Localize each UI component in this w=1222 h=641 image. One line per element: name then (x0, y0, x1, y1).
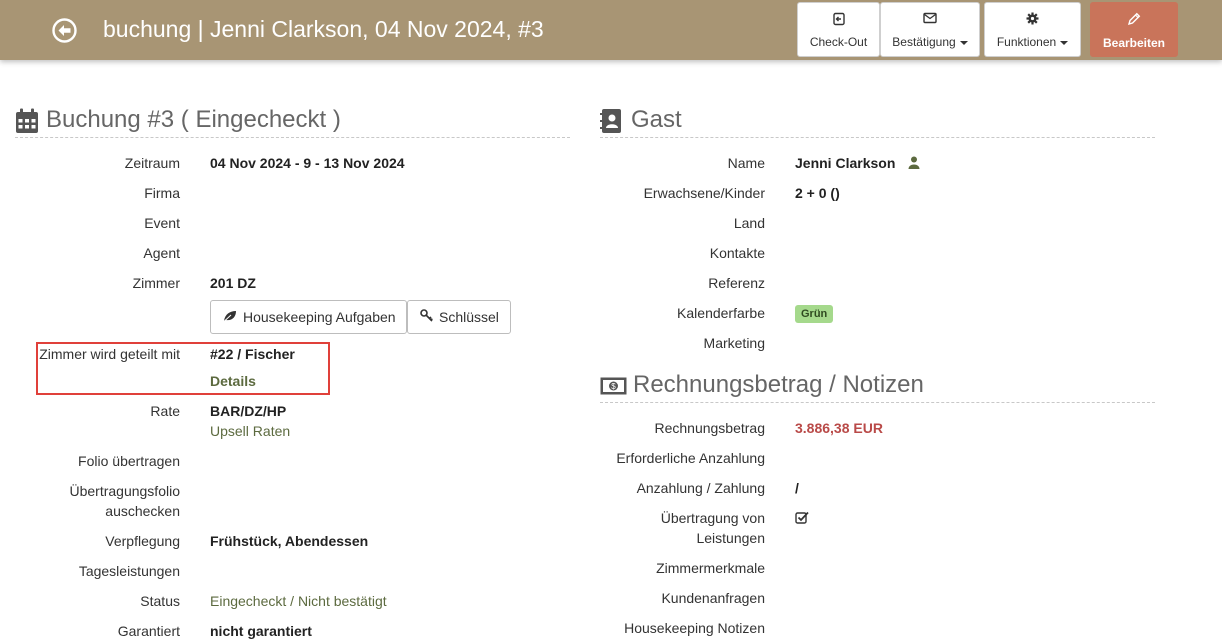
label-event: Event (144, 215, 180, 231)
checked-box-icon (795, 511, 809, 529)
label-kalenderfarbe: Kalenderfarbe (677, 305, 765, 321)
value-erwachsene-kinder: 2 + 0 () (795, 185, 840, 201)
label-agent: Agent (143, 245, 180, 261)
label-marketing: Marketing (703, 335, 765, 351)
funktionen-dropdown[interactable]: Funktionen (984, 2, 1081, 57)
housekeeping-label: Housekeeping Aufgaben (243, 309, 396, 325)
gear-icon (985, 12, 1080, 26)
label-kontakte: Kontakte (709, 245, 765, 261)
check-out-label: Check-Out (809, 35, 868, 49)
money-icon: $ (600, 377, 627, 400)
back-icon[interactable] (52, 18, 77, 43)
label-verpflegung: Verpflegung (105, 533, 180, 549)
label-uebertragungsfolio: Übertragungsfolio auschecken (69, 483, 180, 519)
schluessel-button[interactable]: Schlüssel (407, 300, 511, 334)
kalenderfarbe-badge: Grün (795, 305, 834, 323)
value-rechnungsbetrag: 3.886,38 EUR (795, 420, 883, 436)
contact-card-icon (600, 108, 622, 139)
label-anzahlung-zahlung: Anzahlung / Zahlung (636, 480, 765, 496)
value-status: Eingecheckt / Nicht bestätigt (210, 593, 387, 609)
label-land: Land (733, 215, 765, 231)
value-zimmer-geteilt: #22 / Fischer (210, 346, 295, 362)
housekeeping-button[interactable]: Housekeeping Aufgaben (210, 300, 407, 334)
sign-out-icon (798, 12, 879, 26)
label-rechnungsbetrag: Rechnungsbetrag (654, 420, 765, 436)
booking-title: Buchung #3 ( Eingecheckt ) (46, 106, 341, 133)
guest-title: Gast (631, 106, 682, 133)
bearbeiten-label: Bearbeiten (1102, 36, 1166, 50)
label-garantiert: Garantiert (117, 623, 180, 639)
value-guest-name: Jenni Clarkson (795, 155, 896, 171)
details-link[interactable]: Details (210, 371, 256, 391)
svg-text:$: $ (611, 382, 616, 391)
value-verpflegung: Frühstück, Abendessen (210, 533, 369, 549)
label-erforderliche-anzahlung: Erforderliche Anzahlung (616, 450, 765, 466)
label-kundenanfragen: Kundenanfragen (661, 590, 765, 606)
label-status: Status (140, 593, 180, 609)
pencil-icon (1091, 12, 1177, 26)
bestaetigung-dropdown[interactable]: Bestätigung (880, 2, 980, 57)
invoice-section-header: $ Rechnungsbetrag / Notizen (600, 371, 1155, 403)
label-zimmermerkmale: Zimmermerkmale (656, 560, 765, 576)
bestaetigung-label: Bestätigung (881, 35, 979, 49)
label-firma: Firma (144, 185, 180, 201)
check-out-button[interactable]: Check-Out (797, 2, 880, 57)
value-zeitraum: 04 Nov 2024 - 9 - 13 Nov 2024 (210, 155, 405, 171)
upsell-raten-link[interactable]: Upsell Raten (210, 421, 290, 441)
page-title: buchung | Jenni Clarkson, 04 Nov 2024, #… (103, 16, 544, 42)
label-uebertragung-leistungen: Übertragung von Leistungen (660, 510, 765, 546)
calendar-icon (15, 108, 39, 139)
value-rate: BAR/DZ/HP (210, 403, 287, 419)
invoice-title: Rechnungsbetrag / Notizen (633, 371, 924, 398)
label-zeitraum: Zeitraum (124, 155, 180, 171)
booking-section-header: Buchung #3 ( Eingecheckt ) (15, 106, 570, 138)
label-erwachsene-kinder: Erwachsene/Kinder (643, 185, 765, 201)
user-icon[interactable] (908, 156, 920, 174)
chevron-down-icon (959, 40, 968, 45)
chevron-down-icon (1060, 40, 1069, 45)
label-tagesleistungen: Tagesleistungen (78, 563, 180, 579)
value-garantiert: nicht garantiert (210, 623, 312, 639)
label-zimmer: Zimmer (132, 275, 180, 291)
key-icon (420, 309, 433, 325)
schluessel-label: Schlüssel (439, 309, 499, 325)
guest-section-header: Gast (600, 106, 1155, 138)
funktionen-label: Funktionen (985, 35, 1080, 49)
leaf-icon (223, 309, 237, 325)
value-anzahlung-zahlung: / (795, 480, 799, 496)
label-rate: Rate (150, 403, 180, 419)
label-referenz: Referenz (708, 275, 765, 291)
bearbeiten-button[interactable]: Bearbeiten (1090, 2, 1178, 57)
top-bar: buchung | Jenni Clarkson, 04 Nov 2024, #… (0, 0, 1222, 60)
label-housekeeping-notizen: Housekeeping Notizen (624, 620, 765, 636)
envelope-icon (881, 12, 979, 26)
value-zimmer: 201 DZ (210, 275, 256, 291)
label-name: Name (727, 155, 765, 171)
label-folio: Folio übertragen (78, 453, 180, 469)
